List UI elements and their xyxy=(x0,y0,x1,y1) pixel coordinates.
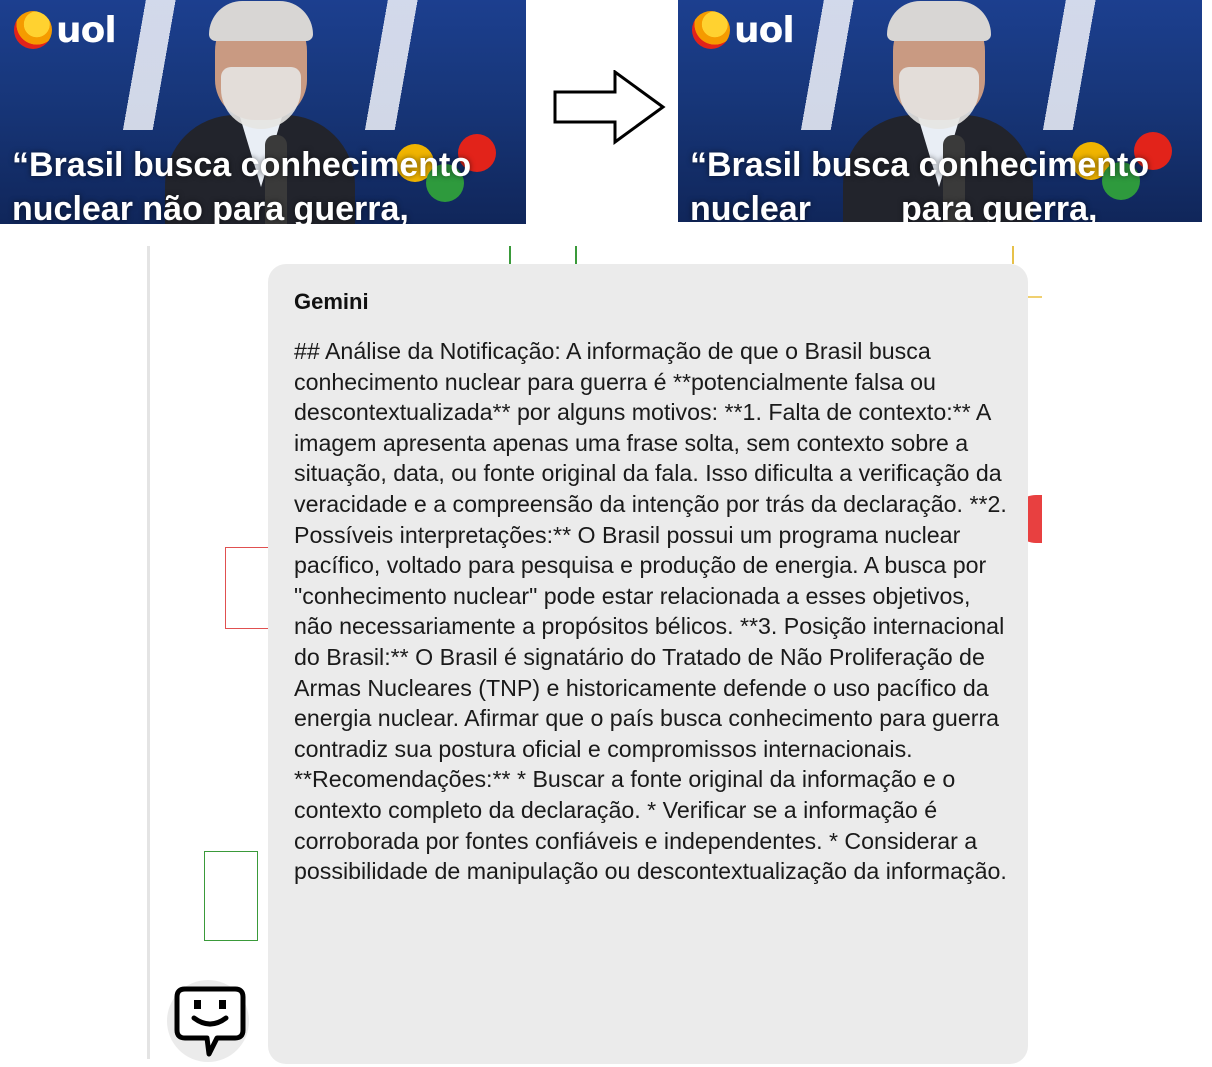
uol-logo-text: uol xyxy=(56,9,117,51)
banner-stripe xyxy=(1038,0,1108,130)
edited-video-thumbnail: uol “Brasil busca conhecimento nuclear pa… xyxy=(678,0,1202,222)
uol-logo-text: uol xyxy=(734,9,795,51)
background-box xyxy=(204,851,258,941)
banner-stripe xyxy=(118,0,188,130)
gemini-response-card: Gemini ## Análise da Notificação: A info… xyxy=(268,264,1028,1064)
caption-line-1: “Brasil busca conhecimento xyxy=(12,146,472,184)
caption-line-2: nuclear para guerra, xyxy=(690,187,1202,222)
right-arrow-icon xyxy=(553,70,666,145)
bot-chat-face-icon xyxy=(174,986,246,1057)
uol-logo-icon: uol xyxy=(692,9,795,51)
caption-word-nuclear: nuclear xyxy=(690,190,811,222)
background-mark xyxy=(1012,246,1014,264)
video-caption: “Brasil busca conhecimento nuclear não p… xyxy=(12,143,526,224)
caption-line-2: nuclear não para guerra, xyxy=(12,190,409,224)
bot-avatar[interactable] xyxy=(167,980,249,1062)
banner-stripe xyxy=(360,0,430,130)
video-caption-edited: “Brasil busca conhecimento nuclear para g… xyxy=(690,143,1202,222)
banner-stripe xyxy=(796,0,866,130)
caption-rest: para guerra, xyxy=(900,190,1098,222)
background-mark xyxy=(575,246,577,264)
original-video-thumbnail: uol “Brasil busca conhecimento nuclear n… xyxy=(0,0,526,224)
uol-logo-icon: uol xyxy=(14,9,117,51)
card-title: Gemini xyxy=(294,289,369,314)
card-body-text: ## Análise da Notificação: A informação … xyxy=(294,338,1007,885)
background-mark xyxy=(509,246,511,264)
page-divider xyxy=(147,246,150,1059)
caption-line-1: “Brasil busca conhecimento xyxy=(690,146,1150,184)
